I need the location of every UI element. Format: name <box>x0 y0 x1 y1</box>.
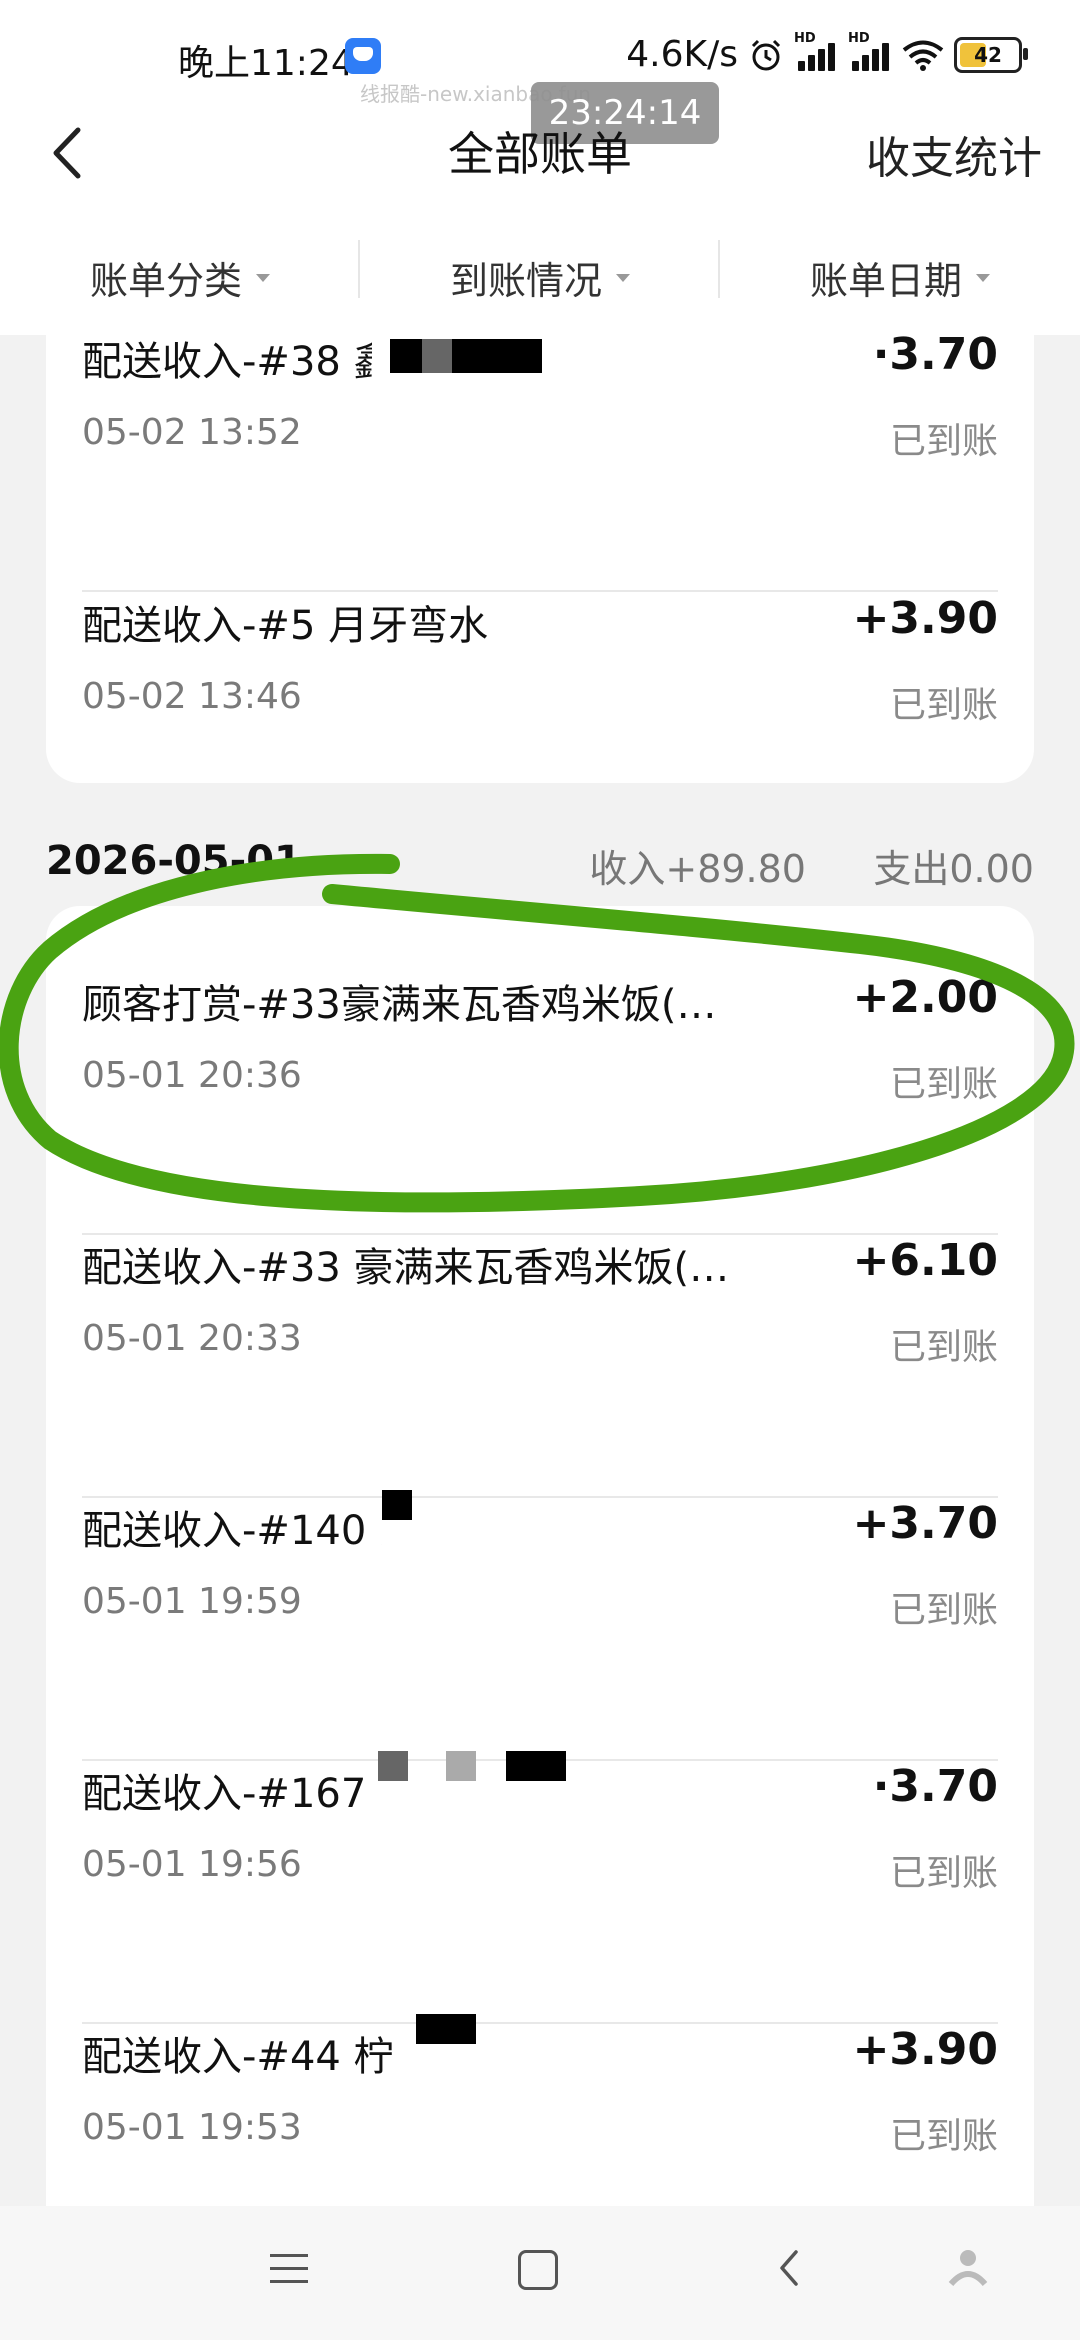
bill-title: 配送收入-#33 豪满来瓦香鸡米饭(… <box>82 1245 730 1291</box>
signal-icon: HD <box>794 31 838 71</box>
logo-icon <box>948 2250 988 2287</box>
bill-title: 配送收入-#167 优沃森 <box>82 1771 374 1817</box>
bill-status: 已到账 <box>889 1853 998 1894</box>
navbar: 全部账单 收支统计 <box>0 100 1080 230</box>
bill-group-card: 顾客打赏-#33豪满来瓦香鸡米饭(… +2.00 05-01 20:36 已到账… <box>46 906 1034 2206</box>
bill-time: 05-01 19:59 <box>82 1581 302 1622</box>
nav-back-icon[interactable] <box>770 2246 810 2290</box>
row-divider <box>82 590 998 592</box>
status-right: 4.6K/s HD HD 42 <box>626 31 1028 75</box>
bill-amount: +3.70 <box>852 1498 998 1549</box>
filter-arrival-status[interactable]: 到账情况 <box>360 230 720 325</box>
bill-row[interactable]: 配送收入-#140 乡村基 +3.70 05-01 19:59 已到账 <box>82 1490 998 1761</box>
dropdown-triangle-icon <box>256 273 270 282</box>
bill-status: 已到账 <box>889 2116 998 2157</box>
bill-row[interactable]: 配送收入-#167 优沃森 ·3.70 05-01 19:56 已到账 <box>82 1751 998 2024</box>
bill-time: 05-01 19:53 <box>82 2107 302 2148</box>
filter-bar: 账单分类 到账情况 账单日期 <box>0 230 1080 325</box>
filter-category-label: 账单分类 <box>89 259 242 303</box>
date-summary-header: 2026-05-01 收入+89.80 支出0.00 <box>46 830 1034 891</box>
filter-date-label: 账单日期 <box>809 259 962 303</box>
battery-level: 42 <box>974 42 1002 67</box>
system-nav-bar <box>0 2206 1080 2340</box>
bill-row[interactable]: 配送收入-#5 月牙弯水 +3.90 05-02 13:46 已到账 <box>82 593 998 856</box>
stats-link[interactable]: 收支统计 <box>866 122 1042 186</box>
redaction-block <box>452 339 542 373</box>
redaction-block <box>416 2014 476 2044</box>
bill-title: 配送收入-#140 乡村基 <box>82 1508 382 1554</box>
alarm-icon <box>751 39 781 70</box>
redaction-block <box>446 1751 476 1781</box>
bill-title: 配送收入-#38 鑫花溪 <box>82 339 372 385</box>
top-section: 晚上11:24 4.6K/s HD HD 42 线报酷-new.xianbao.… <box>0 0 1080 335</box>
battery-icon: 42 <box>954 36 1028 73</box>
menu-icon[interactable] <box>270 2254 308 2284</box>
net-speed: 4.6K/s <box>626 34 738 75</box>
group-income: 收入+89.80 <box>589 847 806 891</box>
redaction-block <box>422 339 452 373</box>
bill-amount: +6.10 <box>852 1235 998 1286</box>
bill-amount: +2.00 <box>852 972 998 1023</box>
group-expense: 支出0.00 <box>873 847 1034 891</box>
bill-row[interactable]: 配送收入-#33 豪满来瓦香鸡米饭(… +6.10 05-01 20:33 已到… <box>82 1235 998 1498</box>
wifi-icon <box>902 40 944 71</box>
bill-amount: ·3.70 <box>872 1761 998 1812</box>
bill-title: 配送收入-#44 柠檬森林 <box>82 2034 392 2080</box>
filter-arrival-label: 到账情况 <box>449 259 602 303</box>
bill-status: 已到账 <box>889 421 998 462</box>
filter-bill-date[interactable]: 账单日期 <box>720 230 1080 325</box>
bill-time: 05-02 13:52 <box>82 412 302 453</box>
signal-icon-2: HD <box>848 31 892 71</box>
bill-row[interactable]: 配送收入-#38 鑫花溪 ·3.70 05-02 13:52 已到账 <box>82 329 998 592</box>
bill-status: 已到账 <box>889 1327 998 1368</box>
bill-time: 05-01 19:56 <box>82 1844 302 1885</box>
redaction-block <box>382 1490 412 1520</box>
home-icon[interactable] <box>518 2250 558 2290</box>
dropdown-triangle-icon <box>616 273 630 282</box>
bill-status: 已到账 <box>889 1064 998 1105</box>
dropdown-triangle-icon <box>976 273 990 282</box>
bill-page: 晚上11:24 4.6K/s HD HD 42 线报酷-new.xianbao.… <box>0 0 1080 2340</box>
app-notification-icon <box>345 38 381 74</box>
bill-amount: +3.90 <box>852 2024 998 2075</box>
redaction-block <box>506 1751 566 1781</box>
filter-category[interactable]: 账单分类 <box>0 230 360 325</box>
bill-row[interactable]: 顾客打赏-#33豪满来瓦香鸡米饭(… +2.00 05-01 20:36 已到账 <box>82 972 998 1235</box>
bill-title: 顾客打赏-#33豪满来瓦香鸡米饭(… <box>82 982 717 1028</box>
bill-group-card: 配送收入-#38 鑫花溪 ·3.70 05-02 13:52 已到账 配送收入-… <box>46 329 1034 783</box>
bill-time: 05-01 20:33 <box>82 1318 302 1359</box>
bill-time: 05-01 20:36 <box>82 1055 302 1096</box>
bill-amount: +3.90 <box>852 593 998 644</box>
bill-time: 05-02 13:46 <box>82 676 302 717</box>
bill-amount: ·3.70 <box>872 329 998 380</box>
bill-status: 已到账 <box>889 1590 998 1631</box>
status-time: 晚上11:24 <box>178 43 354 84</box>
bill-status: 已到账 <box>889 685 998 726</box>
group-date: 2026-05-01 <box>46 838 302 884</box>
bill-title: 配送收入-#5 月牙弯水 <box>82 603 489 649</box>
redaction-block <box>378 1751 408 1781</box>
